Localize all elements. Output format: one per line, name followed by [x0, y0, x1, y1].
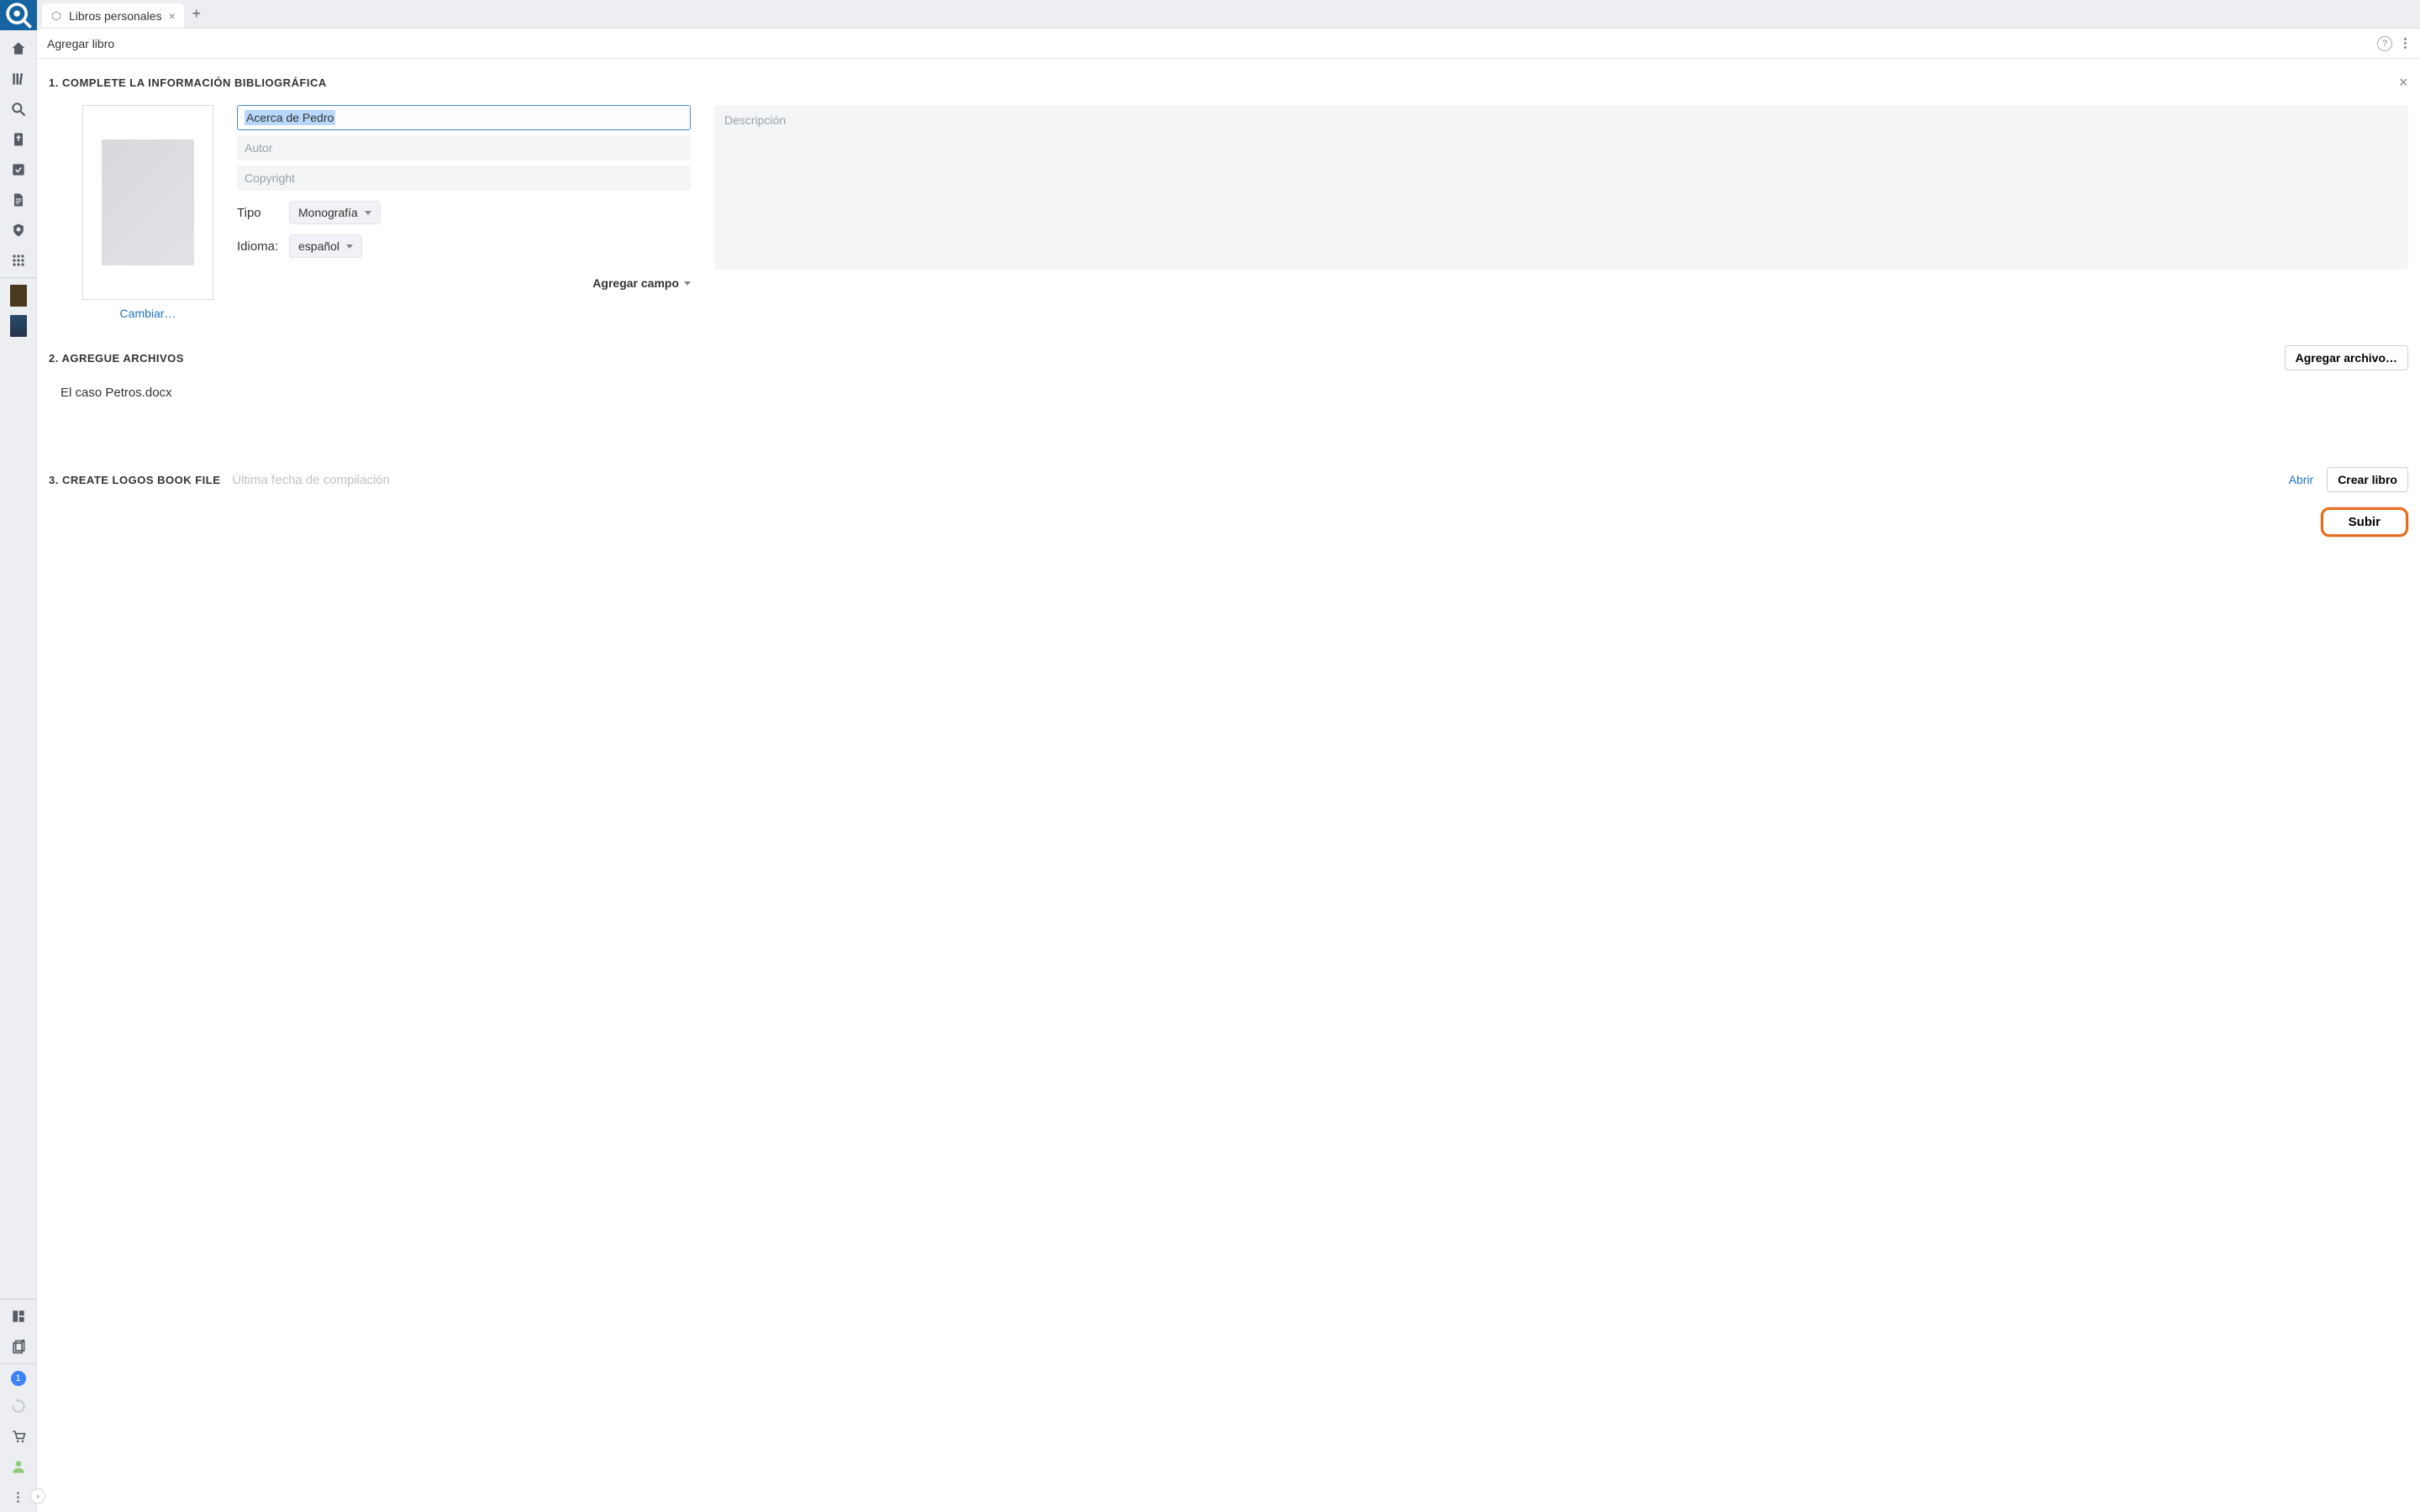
- chevron-down-icon: [365, 211, 371, 215]
- type-value: Monografía: [298, 206, 358, 219]
- copyright-input[interactable]: [245, 171, 683, 185]
- section2-heading-text: 2. AGREGUE ARCHIVOS: [49, 352, 184, 365]
- open-link[interactable]: Abrir: [2289, 473, 2314, 486]
- cover-placeholder: [82, 105, 213, 300]
- layouts-icon[interactable]: [0, 1301, 37, 1331]
- chevron-down-icon: [346, 244, 353, 249]
- sync-icon[interactable]: [0, 1391, 37, 1421]
- page-title-bar: Agregar libro ?: [37, 29, 2420, 59]
- language-value: español: [298, 239, 339, 253]
- tabs-bar: Libros personales × +: [37, 0, 2420, 29]
- description-field[interactable]: Descripción: [714, 105, 2408, 270]
- page-title: Agregar libro: [47, 37, 114, 50]
- new-tab-button[interactable]: +: [184, 0, 209, 28]
- tab-label: Libros personales: [69, 9, 162, 23]
- left-rail: 1 ›: [0, 0, 37, 1512]
- section1-heading: 1. COMPLETE LA INFORMACIÓN BIBLIOGRÁFICA…: [49, 74, 2408, 92]
- chevron-down-icon: [684, 281, 691, 286]
- section3-heading: 3. CREATE LOGOS BOOK FILE: [49, 474, 220, 486]
- add-field-dropdown[interactable]: Agregar campo: [592, 276, 691, 290]
- book-thumbnail-2[interactable]: [10, 315, 27, 337]
- user-icon[interactable]: [0, 1452, 37, 1482]
- apps-grid-icon[interactable]: [0, 245, 37, 276]
- copyright-field[interactable]: [237, 165, 691, 191]
- files-list: El caso Petros.docx: [49, 370, 2408, 408]
- language-dropdown[interactable]: español: [289, 234, 362, 258]
- help-icon[interactable]: ?: [2377, 36, 2392, 51]
- author-input[interactable]: [245, 141, 683, 155]
- section3-heading-text: 3. CREATE LOGOS BOOK FILE: [49, 474, 220, 486]
- title-field[interactable]: Acerca de Pedro: [237, 105, 691, 130]
- main-panel: Libros personales × + Agregar libro ? 1.…: [37, 0, 2420, 1512]
- rail-divider: [0, 277, 36, 278]
- add-field-label: Agregar campo: [592, 276, 679, 290]
- title-value: Acerca de Pedro: [245, 110, 335, 125]
- tab-hexagon-icon: [50, 10, 62, 22]
- add-file-button[interactable]: Agregar archivo…: [2285, 345, 2408, 370]
- section2-heading: 2. AGREGUE ARCHIVOS: [49, 352, 184, 365]
- cart-icon[interactable]: [0, 1421, 37, 1452]
- type-dropdown[interactable]: Monografía: [289, 201, 381, 224]
- tab-personal-books[interactable]: Libros personales ×: [42, 3, 184, 28]
- home-icon[interactable]: [0, 34, 37, 64]
- tab-close-icon[interactable]: ×: [169, 9, 176, 23]
- file-item[interactable]: El caso Petros.docx: [60, 386, 2405, 400]
- rail-divider: [0, 1363, 36, 1364]
- type-label: Tipo: [237, 206, 279, 220]
- search-icon[interactable]: [0, 94, 37, 124]
- bible-icon[interactable]: [0, 124, 37, 155]
- content-area: 1. COMPLETE LA INFORMACIÓN BIBLIOGRÁFICA…: [37, 59, 2420, 1512]
- change-cover-link[interactable]: Cambiar…: [120, 307, 176, 320]
- create-book-button[interactable]: Crear libro: [2327, 467, 2408, 492]
- upload-button[interactable]: Subir: [2321, 507, 2408, 537]
- section1-heading-text: 1. COMPLETE LA INFORMACIÓN BIBLIOGRÁFICA: [49, 76, 327, 89]
- notifications-badge[interactable]: 1: [11, 1371, 26, 1386]
- last-compile-label: Última fecha de compilación: [232, 473, 390, 487]
- language-label: Idioma:: [237, 239, 279, 254]
- panel-menu-icon[interactable]: [2401, 36, 2410, 50]
- checklist-icon[interactable]: [0, 155, 37, 185]
- shield-icon[interactable]: [0, 215, 37, 245]
- document-icon[interactable]: [0, 185, 37, 215]
- close-section-icon[interactable]: ×: [2399, 74, 2408, 92]
- description-placeholder: Descripción: [724, 113, 786, 127]
- export-icon[interactable]: [0, 1331, 37, 1362]
- book-thumbnail-1[interactable]: [10, 285, 27, 307]
- expand-rail-icon[interactable]: ›: [30, 1488, 45, 1504]
- author-field[interactable]: [237, 135, 691, 160]
- library-icon[interactable]: [0, 64, 37, 94]
- book-cover-icon: [102, 139, 194, 265]
- app-logo[interactable]: [0, 0, 37, 30]
